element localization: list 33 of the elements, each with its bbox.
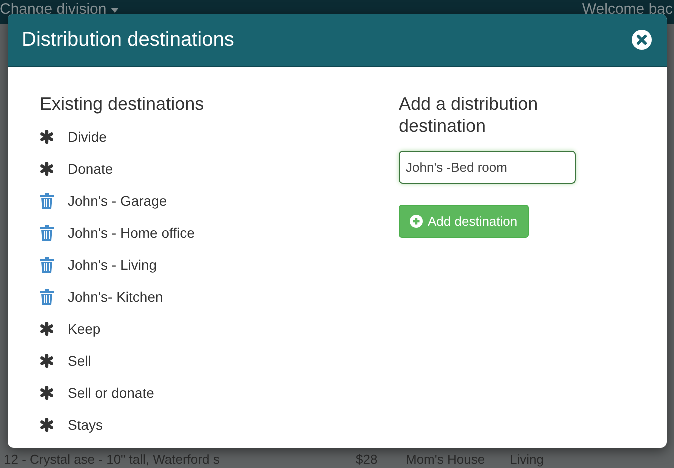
- section-heading: Add a distribution destination: [399, 93, 540, 137]
- close-icon[interactable]: [632, 30, 652, 50]
- trash-icon[interactable]: [40, 289, 54, 305]
- destination-label: John's - Living: [68, 257, 158, 273]
- add-destination-button[interactable]: Add destination: [399, 205, 529, 238]
- division-menu[interactable]: Change division: [0, 1, 119, 19]
- destination-label: Donate: [68, 161, 114, 177]
- table-cell-text: $28: [356, 451, 379, 468]
- table-cell-text: Mom's House: [406, 451, 486, 468]
- destination-label: Sell: [68, 353, 92, 369]
- table-cell-text: 12 - Crystal ase - 10" tall, Waterford s: [3, 451, 221, 468]
- section-heading: Existing destinations: [40, 93, 206, 115]
- plus-circle-icon: [410, 215, 423, 228]
- dialog-title: Distribution destinations: [22, 28, 234, 52]
- destination-label: Stays: [68, 417, 104, 433]
- asterisk-icon: [40, 354, 54, 368]
- trash-icon[interactable]: [40, 225, 54, 241]
- destination-label: Keep: [68, 321, 101, 337]
- table-cell: Living: [510, 451, 544, 468]
- asterisk-icon: [40, 322, 54, 336]
- destination-label: John's - Home office: [68, 225, 195, 241]
- asterisk-icon: [40, 130, 54, 144]
- trash-icon[interactable]: [40, 257, 54, 273]
- destination-label: John's - Garage: [68, 193, 168, 209]
- destination-label: John's- Kitchen: [68, 289, 164, 305]
- asterisk-icon: [40, 386, 54, 400]
- asterisk-icon: [40, 162, 54, 176]
- destination-input[interactable]: John's -Bed room: [399, 151, 576, 184]
- welcome-text: Welcome bac: [582, 1, 673, 19]
- destination-label: Sell or donate: [68, 385, 154, 401]
- trash-icon[interactable]: [40, 193, 54, 209]
- asterisk-icon: [40, 418, 54, 432]
- destination-label: Divide: [68, 129, 107, 145]
